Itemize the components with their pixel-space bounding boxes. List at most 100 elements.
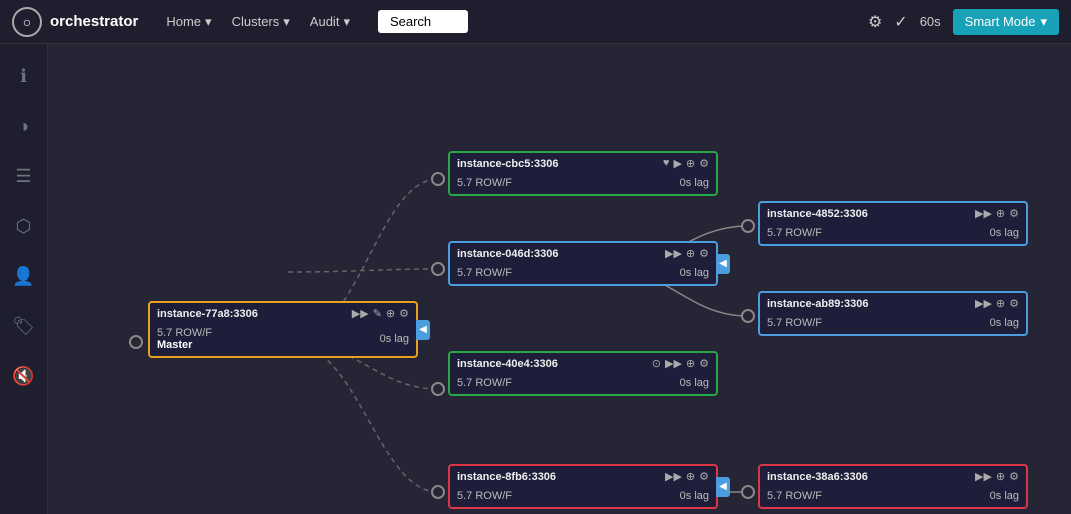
sidebar-contrast-icon[interactable]: ◑ xyxy=(8,110,40,142)
node-sub3-lag: 0s lag xyxy=(990,490,1019,502)
node-replica4-icons: ▶▶ ⊕ ⚙ xyxy=(665,470,709,483)
node-replica1-header: instance-cbc5:3306 ♥ ▶ ⊕ ⚙ xyxy=(450,153,716,174)
node-replica1-icons: ♥ ▶ ⊕ ⚙ xyxy=(663,157,709,170)
chevron-down-icon: ▾ xyxy=(343,14,350,30)
search-container xyxy=(378,10,468,33)
node-master-icons: ▶▶ ✎ ⊕ ⚙ xyxy=(352,307,409,320)
play-icon[interactable]: ▶▶ xyxy=(352,307,369,320)
node-master-role: Master xyxy=(157,339,212,351)
play-icon[interactable]: ▶▶ xyxy=(665,247,682,260)
globe-icon[interactable]: ⊕ xyxy=(996,470,1005,483)
node-sub2-version: 5.7 ROW/F xyxy=(767,317,822,329)
gear-icon[interactable]: ⚙ xyxy=(699,357,709,370)
globe-icon[interactable]: ⊕ xyxy=(686,247,695,260)
sidebar-tag-icon[interactable]: 🏷 xyxy=(8,310,40,342)
sidebar-filter-icon[interactable]: ☰ xyxy=(8,160,40,192)
nav-home[interactable]: Home ▾ xyxy=(158,10,219,34)
node-replica3: instance-40e4:3306 ⊙ ▶▶ ⊕ ⚙ 5.7 ROW/F 0s… xyxy=(448,351,718,396)
node-master: instance-77a8:3306 ▶▶ ✎ ⊕ ⚙ 5.7 ROW/F Ma… xyxy=(148,301,418,358)
smart-mode-button[interactable]: Smart Mode ▾ xyxy=(953,9,1059,35)
node-replica2-lag: 0s lag xyxy=(680,267,709,279)
node-replica1-body: 5.7 ROW/F 0s lag xyxy=(450,174,716,194)
node-replica4-header: instance-8fb6:3306 ▶▶ ⊕ ⚙ xyxy=(450,466,716,487)
node-sub1-version: 5.7 ROW/F xyxy=(767,227,822,239)
sidebar-mute-icon[interactable]: 🔇 xyxy=(8,360,40,392)
node-replica3-icons: ⊙ ▶▶ ⊕ ⚙ xyxy=(652,357,709,370)
node-replica3-version: 5.7 ROW/F xyxy=(457,377,512,389)
node-sub1-title: instance-4852:3306 xyxy=(767,208,868,220)
sidebar: ℹ ◑ ☰ ⬡ 👤 🏷 🔇 xyxy=(0,44,48,514)
globe-icon[interactable]: ⊕ xyxy=(996,207,1005,220)
gear-icon[interactable]: ⚙ xyxy=(1009,297,1019,310)
globe-icon[interactable]: ⊕ xyxy=(686,470,695,483)
navbar: ○ orchestrator Home ▾ Clusters ▾ Audit ▾… xyxy=(0,0,1071,44)
gear-icon[interactable]: ⚙ xyxy=(1009,470,1019,483)
node-master-body: 5.7 ROW/F Master 0s lag xyxy=(150,324,416,356)
search-input[interactable] xyxy=(378,10,468,33)
node-master-info: 5.7 ROW/F Master xyxy=(157,327,212,351)
gear-icon[interactable]: ⚙ xyxy=(699,470,709,483)
sidebar-user-icon[interactable]: 👤 xyxy=(8,260,40,292)
node-replica2-collapse[interactable]: ◀ xyxy=(716,254,730,274)
node-replica2-title: instance-046d:3306 xyxy=(457,248,559,260)
node-master-collapse[interactable]: ◀ xyxy=(416,320,430,340)
play-icon[interactable]: ▶▶ xyxy=(975,297,992,310)
node-master-lag: 0s lag xyxy=(380,333,409,345)
node-sub2-icons: ▶▶ ⊕ ⚙ xyxy=(975,297,1019,310)
node-replica4-lag: 0s lag xyxy=(680,490,709,502)
node-sub3-title: instance-38a6:3306 xyxy=(767,471,868,483)
play-icon[interactable]: ▶ xyxy=(673,157,681,170)
node-replica2-body: 5.7 ROW/F 0s lag xyxy=(450,264,716,284)
node-sub2-title: instance-ab89:3306 xyxy=(767,298,869,310)
gear-icon[interactable]: ⚙ xyxy=(1009,207,1019,220)
node-replica1: instance-cbc5:3306 ♥ ▶ ⊕ ⚙ 5.7 ROW/F 0s … xyxy=(448,151,718,196)
nav-right: ⚙ ✓ 60s Smart Mode ▾ xyxy=(868,9,1059,35)
play-icon[interactable]: ▶▶ xyxy=(665,357,682,370)
app-logo: ○ orchestrator xyxy=(12,7,138,37)
node-replica3-body: 5.7 ROW/F 0s lag xyxy=(450,374,716,394)
node-sub3-version: 5.7 ROW/F xyxy=(767,490,822,502)
heart-icon[interactable]: ♥ xyxy=(663,157,670,170)
edit-icon[interactable]: ✎ xyxy=(373,307,382,320)
node-sub1-lag: 0s lag xyxy=(990,227,1019,239)
node-replica4-collapse[interactable]: ◀ xyxy=(716,477,730,497)
sidebar-info-icon[interactable]: ℹ xyxy=(8,60,40,92)
node-sub1-header: instance-4852:3306 ▶▶ ⊕ ⚙ xyxy=(760,203,1026,224)
gear-icon[interactable]: ⚙ xyxy=(699,157,709,170)
node-replica2-version: 5.7 ROW/F xyxy=(457,267,512,279)
gear-icon[interactable]: ⚙ xyxy=(399,307,409,320)
node-sub3-header: instance-38a6:3306 ▶▶ ⊕ ⚙ xyxy=(760,466,1026,487)
sidebar-drop-icon[interactable]: ⬡ xyxy=(8,210,40,242)
node-sub3: instance-38a6:3306 ▶▶ ⊕ ⚙ 5.7 ROW/F 0s l… xyxy=(758,464,1028,509)
node-sub1-icons: ▶▶ ⊕ ⚙ xyxy=(975,207,1019,220)
app-name: orchestrator xyxy=(50,13,138,30)
play-icon[interactable]: ▶▶ xyxy=(975,207,992,220)
globe-icon[interactable]: ⊕ xyxy=(686,157,695,170)
topology-canvas: instance-77a8:3306 ▶▶ ✎ ⊕ ⚙ 5.7 ROW/F Ma… xyxy=(48,44,1071,514)
gear-icon[interactable]: ⚙ xyxy=(699,247,709,260)
globe-icon[interactable]: ⊕ xyxy=(996,297,1005,310)
logo-circle: ○ xyxy=(12,7,42,37)
check-icon[interactable]: ✓ xyxy=(894,12,907,32)
nav-links: Home ▾ Clusters ▾ Audit ▾ xyxy=(158,10,358,34)
settings-icon[interactable]: ⚙ xyxy=(868,12,882,32)
node-sub3-body: 5.7 ROW/F 0s lag xyxy=(760,487,1026,507)
nav-clusters[interactable]: Clusters ▾ xyxy=(224,10,298,34)
play-icon[interactable]: ▶▶ xyxy=(975,470,992,483)
nav-audit[interactable]: Audit ▾ xyxy=(302,10,358,34)
globe-icon[interactable]: ⊕ xyxy=(686,357,695,370)
node-replica4-body: 5.7 ROW/F 0s lag xyxy=(450,487,716,507)
node-sub1: instance-4852:3306 ▶▶ ⊕ ⚙ 5.7 ROW/F 0s l… xyxy=(758,201,1028,246)
node-sub3-icons: ▶▶ ⊕ ⚙ xyxy=(975,470,1019,483)
node-sub2-lag: 0s lag xyxy=(990,317,1019,329)
node-replica3-title: instance-40e4:3306 xyxy=(457,358,558,370)
node-sub2: instance-ab89:3306 ▶▶ ⊕ ⚙ 5.7 ROW/F 0s l… xyxy=(758,291,1028,336)
node-replica2: instance-046d:3306 ▶▶ ⊕ ⚙ 5.7 ROW/F 0s l… xyxy=(448,241,718,286)
node-sub2-header: instance-ab89:3306 ▶▶ ⊕ ⚙ xyxy=(760,293,1026,314)
globe-icon[interactable]: ⊕ xyxy=(386,307,395,320)
chevron-down-icon: ▾ xyxy=(205,14,212,30)
play-icon[interactable]: ▶▶ xyxy=(665,470,682,483)
node-sub2-body: 5.7 ROW/F 0s lag xyxy=(760,314,1026,334)
sync-icon[interactable]: ⊙ xyxy=(652,357,661,370)
node-replica4-version: 5.7 ROW/F xyxy=(457,490,512,502)
